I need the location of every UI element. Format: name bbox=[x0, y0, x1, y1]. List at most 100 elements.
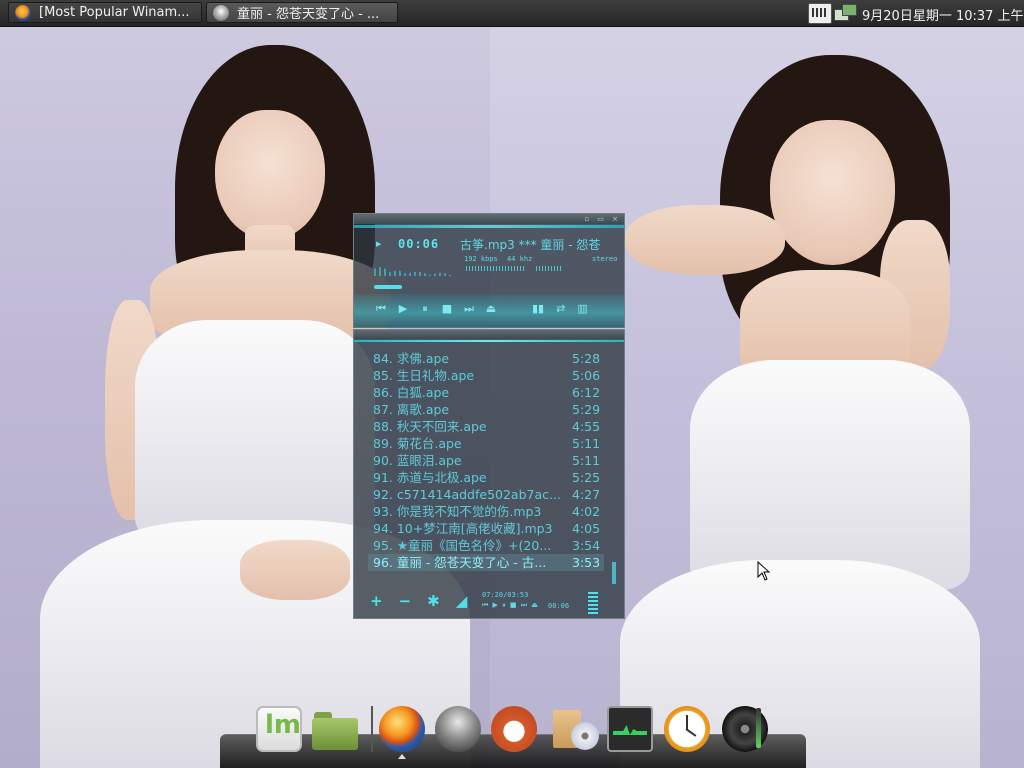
volume-slider[interactable] bbox=[466, 266, 526, 271]
playlist-item-duration: 4:55 bbox=[572, 419, 601, 434]
network-icon[interactable] bbox=[834, 3, 857, 22]
playlist-item[interactable]: 91. 赤道与北极.ape 5:25 bbox=[368, 469, 604, 486]
playlist-item-title: 87. 离歌.ape bbox=[373, 402, 450, 417]
playlist-item-title: 93. 你是我不知不觉的伤.mp3 bbox=[373, 504, 542, 519]
mouse-pointer-icon bbox=[757, 561, 771, 581]
playlist-item[interactable]: 90. 蓝眼泪.ape 5:11 bbox=[368, 452, 604, 469]
winamp-icon bbox=[213, 4, 229, 21]
playlist-item[interactable]: 86. 白狐.ape 6:12 bbox=[368, 384, 604, 401]
package-installer-icon[interactable] bbox=[553, 706, 599, 752]
playlist-item-title: 91. 赤道与北极.ape bbox=[373, 470, 487, 485]
transport-controls: ⏮ ▶ ⏸ ■ ⏭ ⏏ bbox=[374, 302, 498, 316]
next-button[interactable]: ⏭ bbox=[462, 302, 476, 316]
folder-icon[interactable] bbox=[312, 706, 358, 752]
taskbar-button-label: [Most Popular Winam... bbox=[39, 5, 190, 20]
balance-slider[interactable] bbox=[536, 266, 562, 271]
firefox-icon bbox=[15, 4, 31, 21]
top-panel: [Most Popular Winam... 童丽 - 怨苍天变了心 - ...… bbox=[0, 0, 1024, 27]
firefox-icon[interactable] bbox=[379, 706, 425, 752]
taskbar-button-label: 童丽 - 怨苍天变了心 - ... bbox=[237, 7, 380, 22]
winamp-accent-line bbox=[354, 225, 624, 228]
playlist-item-duration: 5:29 bbox=[572, 402, 601, 417]
add-button[interactable]: + bbox=[370, 592, 383, 610]
pause-button[interactable]: ⏸ bbox=[418, 302, 432, 316]
dock-separator bbox=[371, 706, 373, 752]
taskbar-button-winamp[interactable]: 童丽 - 怨苍天变了心 - ... bbox=[206, 2, 398, 23]
panel-clock[interactable]: 9月20日星期一 10:37 上午 bbox=[862, 5, 1024, 24]
winamp-main-window[interactable]: ▫ ▭ × ▶ 00:06 古筝.mp3 *** 童丽 - 怨苍 192 kbp… bbox=[353, 213, 625, 328]
playlist-operations: + − ✱ ◢ bbox=[370, 592, 467, 610]
playlist-item-title: 96. 童丽 - 怨苍天变了心 - 古... bbox=[373, 555, 547, 570]
playlist-item-title: 92. c571414addfe502ab7ac... bbox=[373, 487, 561, 502]
taskbar-button-firefox[interactable]: [Most Popular Winam... bbox=[8, 2, 202, 23]
misc-button[interactable]: ◢ bbox=[456, 592, 468, 610]
winamp-extra-controls: ▮▮ ⇄ ▥ bbox=[532, 302, 588, 315]
playlist-accent-line bbox=[354, 340, 624, 342]
playlist-item-duration: 5:28 bbox=[572, 351, 601, 366]
winamp-titlebar[interactable]: ▫ ▭ × bbox=[354, 214, 624, 224]
playlist-item-duration: 4:05 bbox=[572, 521, 601, 536]
shuffle-button[interactable]: ⇄ bbox=[556, 302, 565, 315]
playlist-item-title: 89. 菊花台.ape bbox=[373, 436, 462, 451]
playlist-item-duration: 6:12 bbox=[572, 385, 601, 400]
eject-button[interactable]: ⏏ bbox=[484, 302, 498, 316]
playlist-scrollbar-thumb[interactable] bbox=[612, 562, 616, 584]
winamp-window-buttons[interactable]: ▫ ▭ × bbox=[584, 215, 621, 223]
stop-button[interactable]: ■ bbox=[440, 302, 454, 316]
playlist-item-duration: 4:27 bbox=[572, 487, 601, 502]
playlist-item-title: 84. 求佛.ape bbox=[373, 351, 450, 366]
linux-mint-menu-icon[interactable] bbox=[256, 706, 302, 752]
red-panda-icon[interactable] bbox=[491, 706, 537, 752]
playlist-total-time: 07:20/03:53 bbox=[482, 591, 529, 599]
remove-button[interactable]: − bbox=[399, 592, 412, 610]
stereo-indicator: stereo bbox=[592, 255, 618, 263]
running-indicator-icon bbox=[398, 754, 406, 759]
system-monitor-icon[interactable] bbox=[607, 706, 653, 752]
playlist-item-duration: 5:11 bbox=[572, 436, 601, 451]
repeat-button[interactable]: ▥ bbox=[577, 302, 587, 315]
playlist-bottom-bar: + − ✱ ◢ 07:20/03:53 ⏮ ▶ ⏸ ■ ⏭ ⏏ 00:06 bbox=[354, 588, 624, 618]
playlist-resize-grip[interactable] bbox=[588, 592, 598, 614]
keyboard-icon[interactable] bbox=[808, 3, 832, 24]
playlist-item-duration: 5:11 bbox=[572, 453, 601, 468]
samplerate-readout: 44 khz bbox=[507, 255, 533, 263]
winamp-playlist-window[interactable]: 84. 求佛.ape 5:28 85. 生日礼物.ape 5:06 86. 白狐.ape… bbox=[353, 329, 625, 619]
playlist-item-duration: 5:25 bbox=[572, 470, 601, 485]
equalizer-toggle-button[interactable]: ▮▮ bbox=[532, 302, 544, 315]
clock-icon[interactable] bbox=[664, 706, 710, 752]
bitrate-readout: 192 kbps bbox=[464, 255, 498, 263]
playlist-item-duration: 3:53 bbox=[572, 555, 601, 570]
playlist-item-title: 86. 白狐.ape bbox=[373, 385, 450, 400]
playlist-item-title: 90. 蓝眼泪.ape bbox=[373, 453, 462, 468]
playlist-item[interactable]: 96. 童丽 - 怨苍天变了心 - 古... 3:53 bbox=[368, 554, 604, 571]
elapsed-time[interactable]: 00:06 bbox=[398, 237, 439, 251]
playlist-item[interactable]: 89. 菊花台.ape 5:11 bbox=[368, 435, 604, 452]
previous-button[interactable]: ⏮ bbox=[374, 302, 388, 316]
playlist-item-title: 95. ★童丽《国色名伶》+(20... bbox=[373, 538, 552, 553]
seek-bar[interactable] bbox=[374, 285, 402, 289]
playlist-item[interactable]: 95. ★童丽《国色名伶》+(20... 3:54 bbox=[368, 537, 604, 554]
playlist-item[interactable]: 92. c571414addfe502ab7ac... 4:27 bbox=[368, 486, 604, 503]
song-title-ticker[interactable]: 古筝.mp3 *** 童丽 - 怨苍 bbox=[460, 236, 620, 253]
playlist-titlebar[interactable] bbox=[354, 330, 624, 339]
speaker-icon[interactable] bbox=[722, 706, 768, 752]
playlist-item[interactable]: 87. 离歌.ape 5:29 bbox=[368, 401, 604, 418]
playlist-mini-transport[interactable]: ⏮ ▶ ⏸ ■ ⏭ ⏏ bbox=[482, 601, 539, 610]
playlist-item-title: 85. 生日礼物.ape bbox=[373, 368, 475, 383]
playlist-item-duration: 4:02 bbox=[572, 504, 601, 519]
playlist-item[interactable]: 84. 求佛.ape 5:28 bbox=[368, 350, 604, 367]
playlist-item-title: 94. 10+梦江南[高佬收藏].mp3 bbox=[373, 521, 553, 536]
playlist-item-title: 88. 秋天不回来.ape bbox=[373, 419, 487, 434]
playlist-list: 84. 求佛.ape 5:28 85. 生日礼物.ape 5:06 86. 白狐.ape… bbox=[368, 350, 604, 571]
playlist-item-duration: 5:06 bbox=[572, 368, 601, 383]
spectrum-visualizer[interactable] bbox=[374, 266, 454, 276]
playlist-item[interactable]: 85. 生日礼物.ape 5:06 bbox=[368, 367, 604, 384]
playlist-item[interactable]: 88. 秋天不回来.ape 4:55 bbox=[368, 418, 604, 435]
play-button[interactable]: ▶ bbox=[396, 302, 410, 316]
playlist-item[interactable]: 94. 10+梦江南[高佬收藏].mp3 4:05 bbox=[368, 520, 604, 537]
play-indicator-icon: ▶ bbox=[376, 240, 382, 248]
select-button[interactable]: ✱ bbox=[427, 592, 440, 610]
winamp-icon[interactable] bbox=[435, 706, 481, 752]
playlist-item-duration: 3:54 bbox=[572, 538, 601, 553]
playlist-item[interactable]: 93. 你是我不知不觉的伤.mp3 4:02 bbox=[368, 503, 604, 520]
